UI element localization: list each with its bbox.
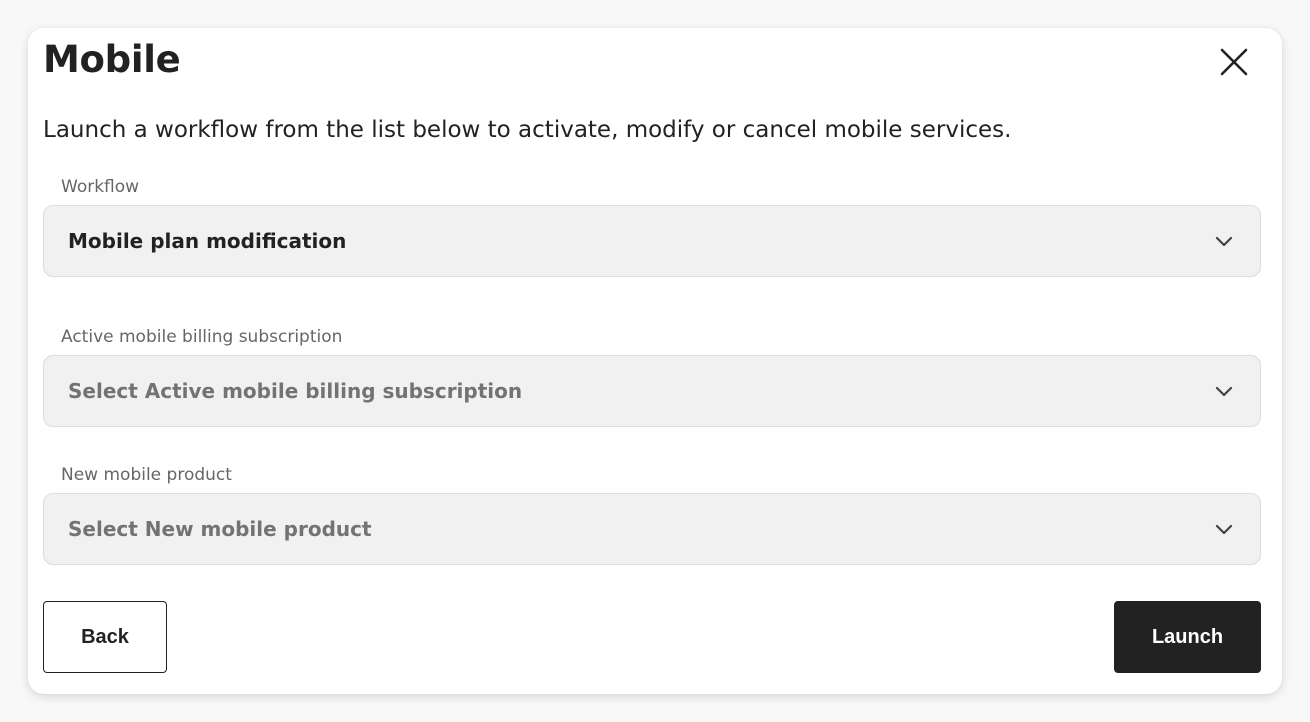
workflow-modal: Mobile Launch a workflow from the list b… bbox=[28, 28, 1282, 694]
new-product-placeholder: Select New mobile product bbox=[68, 517, 372, 541]
close-button[interactable] bbox=[1216, 44, 1252, 80]
new-product-label: New mobile product bbox=[61, 465, 232, 485]
modal-description: Launch a workflow from the list below to… bbox=[43, 117, 1012, 143]
billing-subscription-label: Active mobile billing subscription bbox=[61, 327, 343, 347]
back-button[interactable]: Back bbox=[43, 601, 167, 673]
launch-button[interactable]: Launch bbox=[1114, 601, 1261, 673]
chevron-down-icon bbox=[1215, 236, 1233, 247]
billing-subscription-placeholder: Select Active mobile billing subscriptio… bbox=[68, 379, 523, 403]
workflow-select-value: Mobile plan modification bbox=[68, 229, 347, 253]
chevron-down-icon bbox=[1215, 524, 1233, 535]
new-product-select[interactable]: Select New mobile product bbox=[43, 493, 1261, 565]
billing-subscription-select[interactable]: Select Active mobile billing subscriptio… bbox=[43, 355, 1261, 427]
chevron-down-icon bbox=[1215, 386, 1233, 397]
workflow-label: Workflow bbox=[61, 177, 140, 197]
workflow-select[interactable]: Mobile plan modification bbox=[43, 205, 1261, 277]
close-icon bbox=[1220, 48, 1248, 76]
modal-title: Mobile bbox=[43, 38, 181, 81]
